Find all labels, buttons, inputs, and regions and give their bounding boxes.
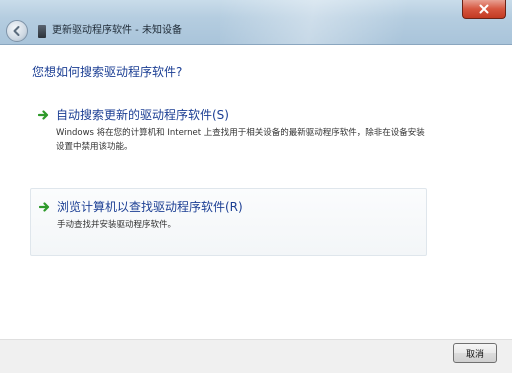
content-area: 您想如何搜索驱动程序软件? 自动搜索更新的驱动程序软件(S) Windows 将… (0, 44, 512, 339)
dialog-footer: 取消 (0, 339, 512, 373)
option-search-automatically[interactable]: 自动搜索更新的驱动程序软件(S) Windows 将在您的计算机和 Intern… (30, 97, 427, 153)
cancel-button[interactable]: 取消 (453, 343, 497, 363)
window-title: 更新驱动程序软件 - 未知设备 (52, 25, 182, 36)
option-browse-computer[interactable]: 浏览计算机以查找驱动程序软件(R) 手动查找并安装驱动程序软件。 (30, 188, 427, 256)
glass-highlight (220, 0, 450, 44)
close-button[interactable] (462, 0, 506, 19)
page-heading: 您想如何搜索驱动程序软件? (32, 65, 183, 79)
option-title[interactable]: 浏览计算机以查找驱动程序软件(R) (57, 198, 243, 215)
option-description: Windows 将在您的计算机和 Internet 上查找用于相关设备的最新驱动… (56, 128, 425, 152)
update-driver-dialog: 更新驱动程序软件 - 未知设备 您想如何搜索驱动程序软件? 自动搜索更新的驱动程… (0, 0, 512, 373)
device-icon (38, 25, 46, 38)
title-bar: 更新驱动程序软件 - 未知设备 (0, 0, 512, 44)
back-button[interactable] (6, 20, 28, 42)
option-title[interactable]: 自动搜索更新的驱动程序软件(S) (56, 106, 229, 123)
close-icon (479, 4, 489, 14)
green-arrow-icon (38, 110, 49, 120)
back-arrow-icon (13, 26, 20, 36)
option-description: 手动查找并安装驱动程序软件。 (57, 220, 177, 230)
green-arrow-icon (39, 202, 50, 212)
